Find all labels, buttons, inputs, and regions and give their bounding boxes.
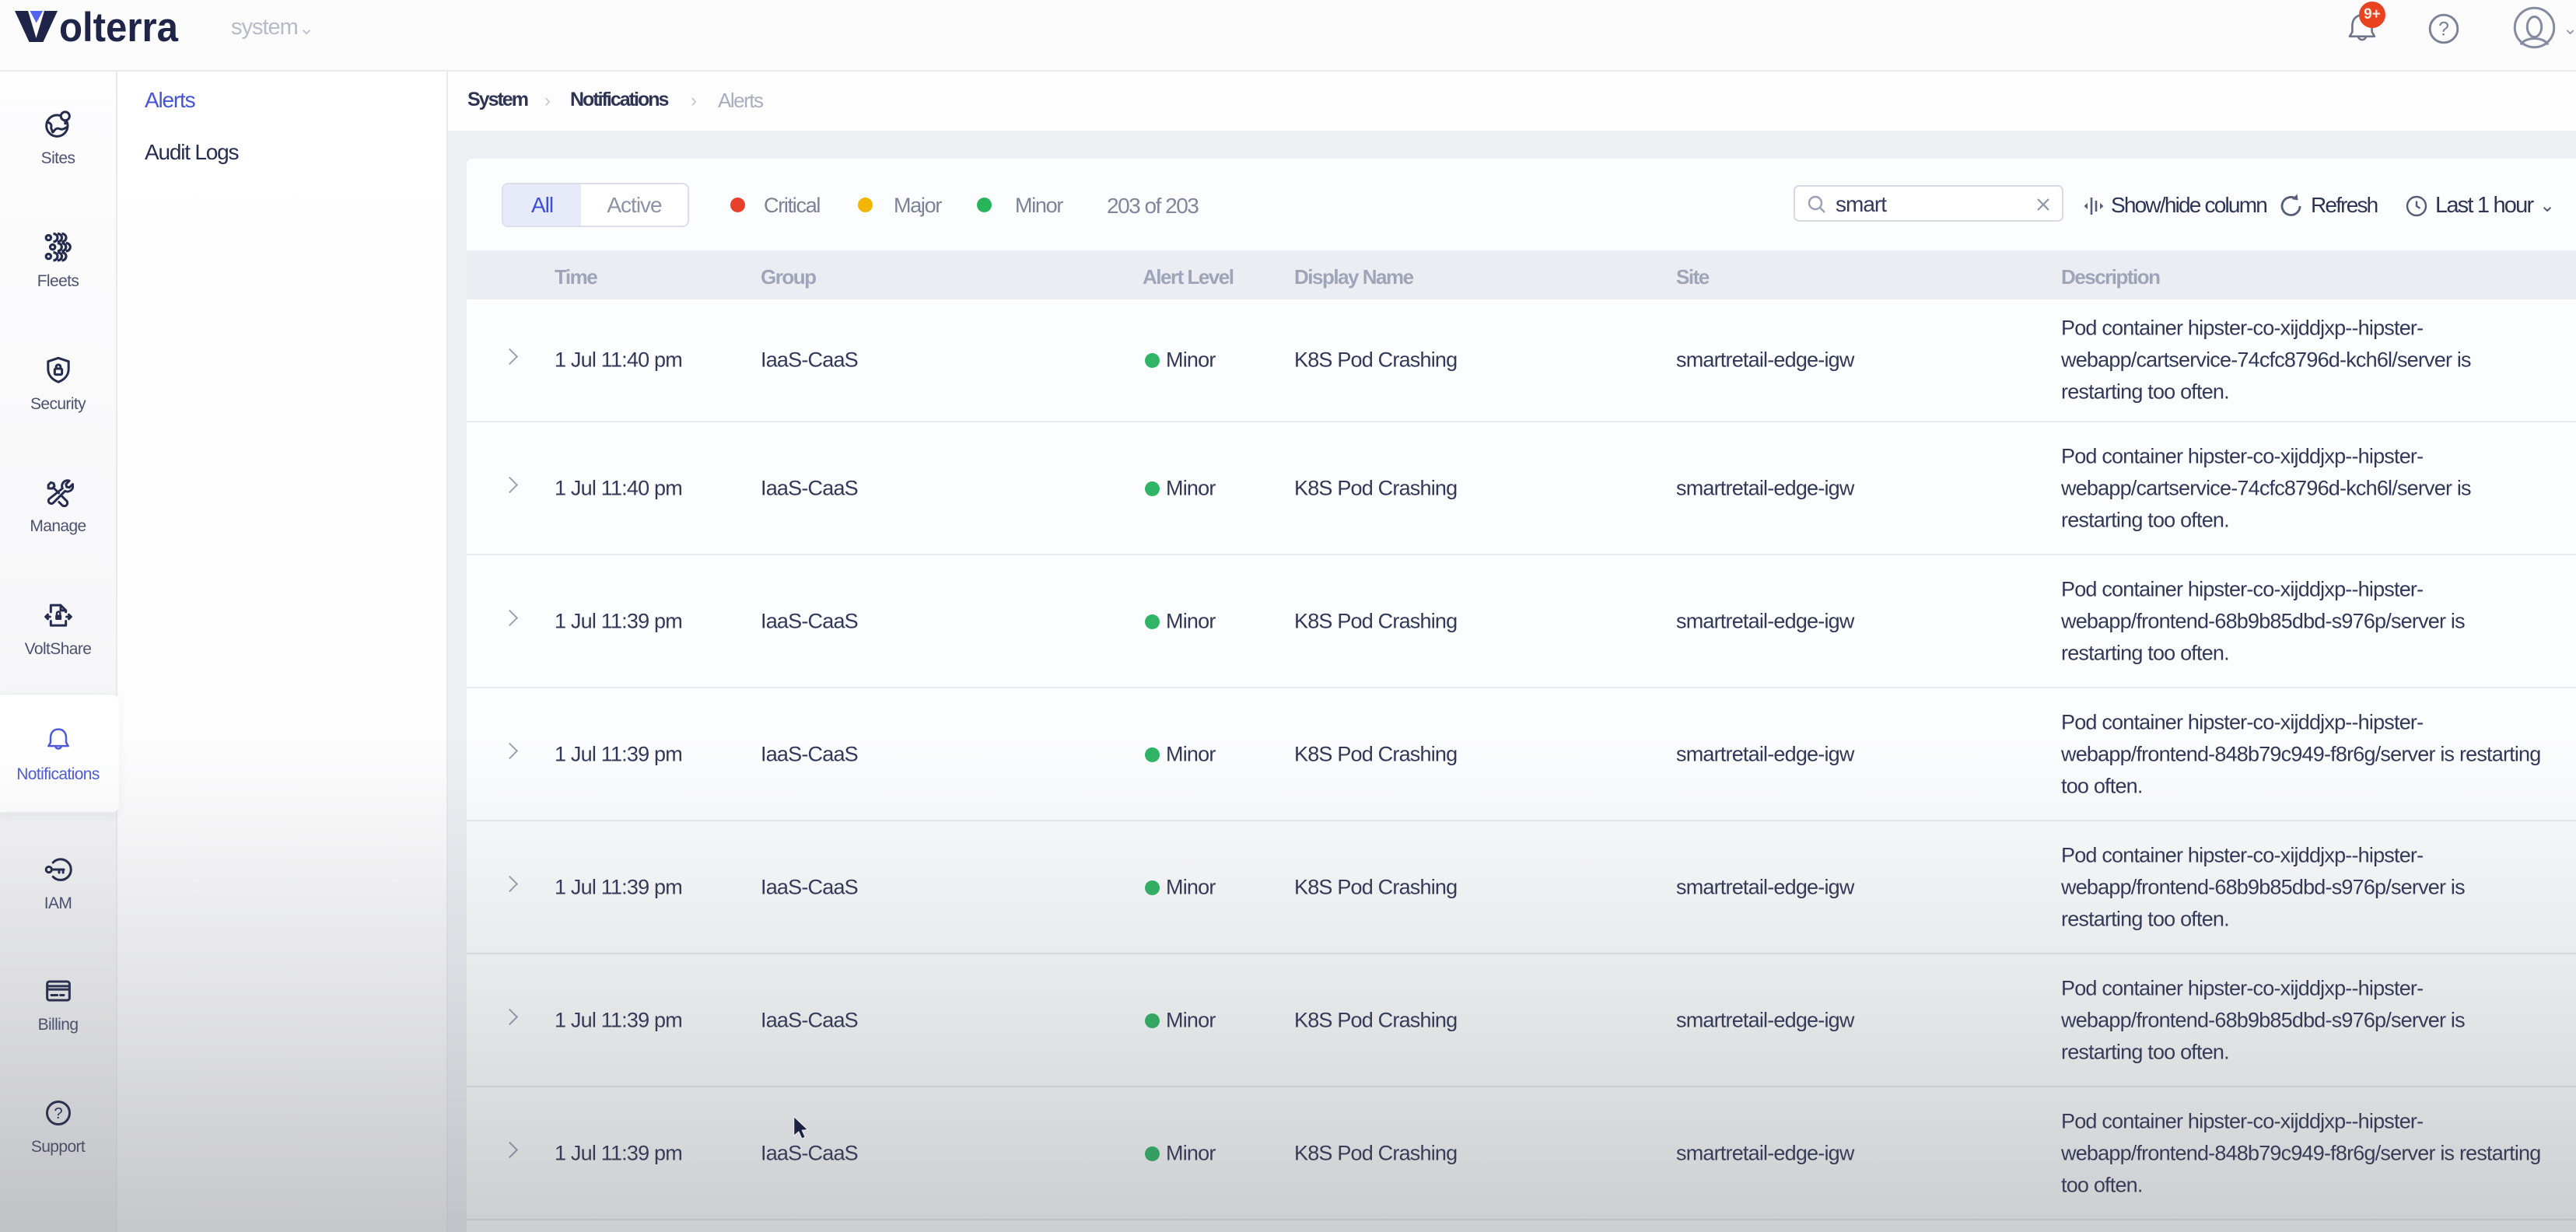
svg-text:olterra: olterra <box>59 11 178 42</box>
svg-text:?: ? <box>54 1105 62 1122</box>
svg-text:?: ? <box>2438 19 2449 40</box>
